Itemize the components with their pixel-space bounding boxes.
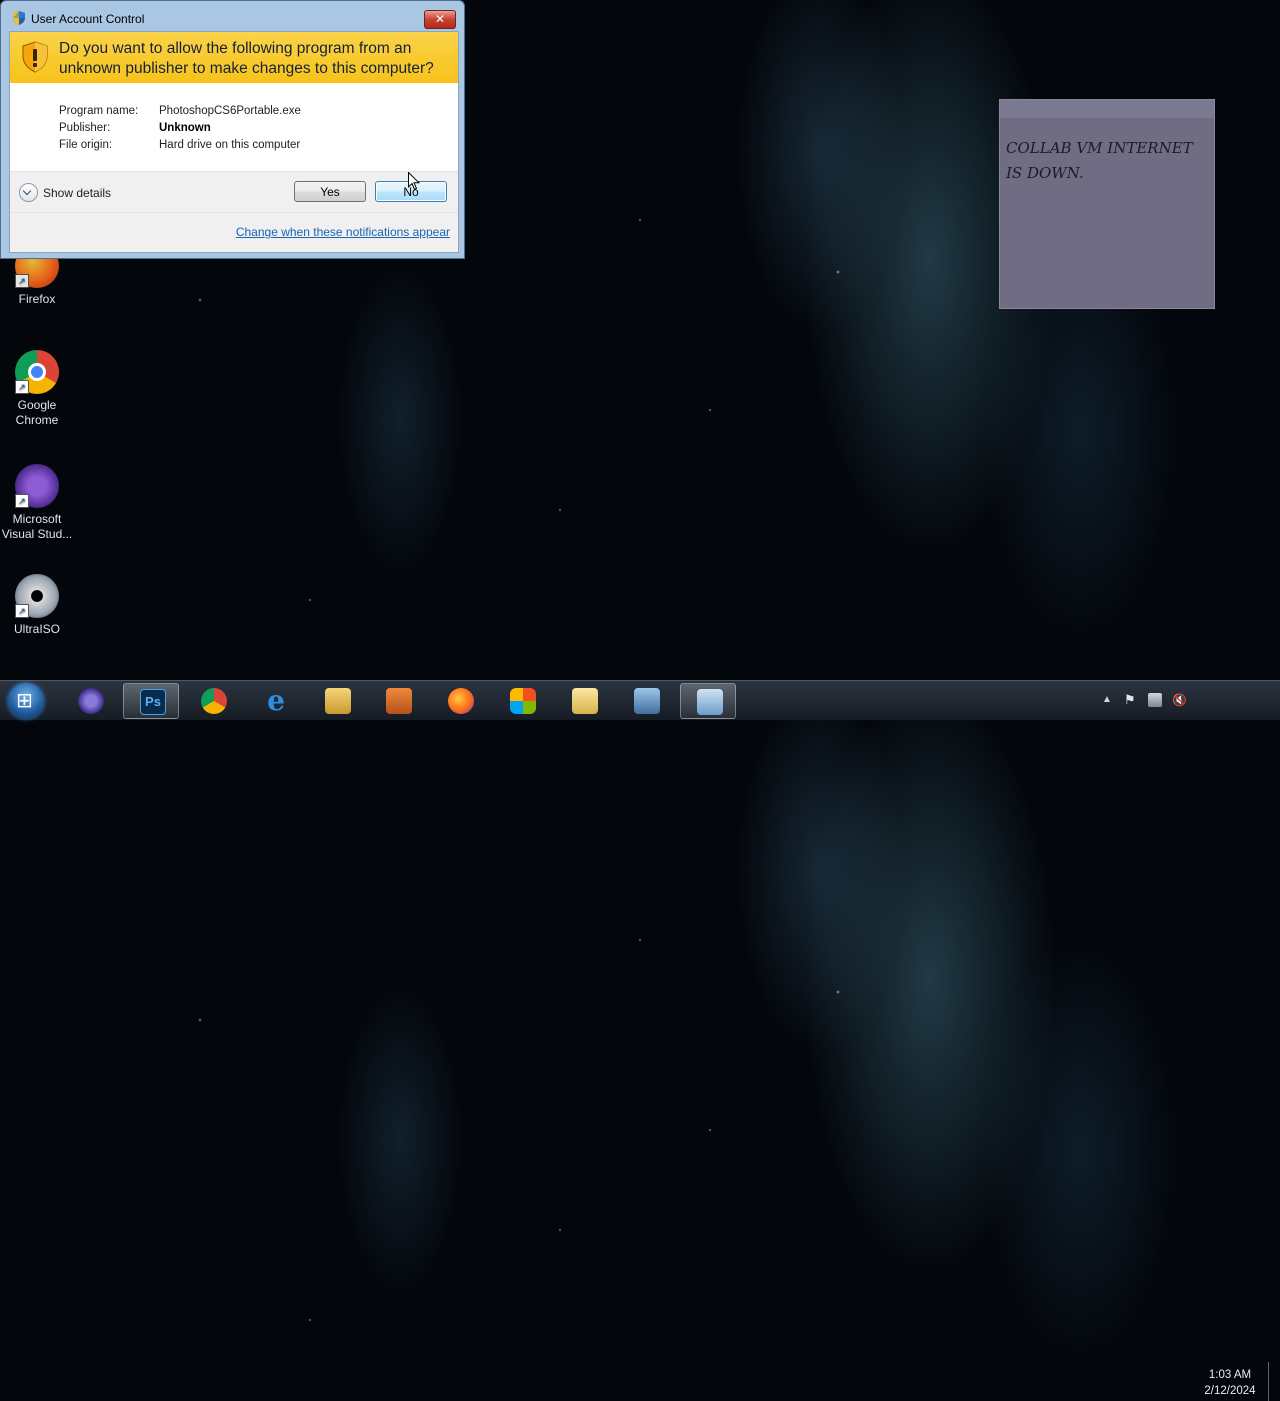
publisher-label: Publisher: bbox=[59, 122, 111, 134]
clock-time: 1:03 AM bbox=[1208, 1369, 1252, 1381]
ultraiso-icon: ↗ bbox=[15, 574, 59, 618]
action-center-flag-icon[interactable]: ⚑ bbox=[1124, 693, 1138, 707]
uac-window-title: User Account Control bbox=[31, 12, 145, 26]
visual-studio-icon: ↗ bbox=[15, 464, 59, 508]
uac-shield-icon bbox=[13, 11, 25, 25]
file-explorer-icon bbox=[325, 688, 351, 714]
shortcut-arrow-icon: ↗ bbox=[15, 380, 29, 394]
photoshop-icon: Ps bbox=[140, 689, 166, 715]
shortcut-arrow-icon: ↗ bbox=[15, 604, 29, 618]
show-details-toggle[interactable]: Show details bbox=[19, 183, 111, 202]
mouse-cursor-icon bbox=[408, 172, 420, 191]
sticky-note-text[interactable]: COLLAB VM INTERNET IS DOWN. bbox=[1000, 118, 1214, 186]
volume-muted-icon[interactable]: 🔇 bbox=[1172, 693, 1187, 707]
desktop-icon-ultraiso[interactable]: ↗ UltraISO bbox=[1, 574, 73, 637]
publisher-value: Unknown bbox=[159, 122, 211, 134]
desktop-icon-label: Firefox bbox=[18, 292, 56, 306]
uac-warning-banner: Do you want to allow the following progr… bbox=[10, 32, 458, 83]
program-name-value: PhotoshopCS6Portable.exe bbox=[159, 105, 301, 117]
folder-icon bbox=[572, 688, 598, 714]
taskbar-media-player[interactable] bbox=[62, 683, 118, 719]
media-player-icon bbox=[78, 688, 104, 714]
start-button[interactable] bbox=[8, 683, 44, 719]
windows-flag-icon bbox=[510, 688, 536, 714]
close-button[interactable]: ✕ bbox=[424, 10, 456, 29]
taskbar-chrome[interactable] bbox=[185, 683, 241, 719]
program-name-label: Program name: bbox=[59, 105, 139, 117]
taskbar-windows-update[interactable] bbox=[494, 683, 550, 719]
sticky-note-header[interactable] bbox=[1000, 100, 1214, 118]
desktop-icon-label: UltraISO bbox=[13, 622, 60, 636]
taskbar: Ps e 1:03 AM 2/12/2024 bbox=[0, 680, 1280, 1401]
chrome-icon: ↗ bbox=[15, 350, 59, 394]
desktop-icon-visual-studio[interactable]: ↗ Microsoft Visual Stud... bbox=[1, 464, 73, 542]
chrome-icon bbox=[201, 688, 227, 714]
internet-explorer-icon: e bbox=[267, 684, 285, 717]
sticky-note[interactable]: COLLAB VM INTERNET IS DOWN. bbox=[1000, 100, 1214, 308]
clock-date: 2/12/2024 bbox=[1204, 1385, 1256, 1397]
publisher-row: Publisher: Unknown bbox=[59, 122, 211, 134]
uac-dialog: User Account Control ✕ Do you want to al… bbox=[0, 0, 465, 259]
chevron-down-icon[interactable] bbox=[19, 183, 38, 202]
uac-program-info: Program name: PhotoshopCS6Portable.exe Pu… bbox=[10, 83, 458, 172]
media-icon bbox=[386, 688, 412, 714]
file-origin-label: File origin: bbox=[59, 139, 113, 151]
taskbar-migration[interactable] bbox=[618, 683, 674, 719]
network-icon[interactable] bbox=[1148, 693, 1162, 707]
taskbar-firefox[interactable] bbox=[432, 683, 488, 719]
show-hidden-icons-chevron-up-icon[interactable]: ▲ bbox=[1100, 693, 1114, 707]
warning-shield-icon bbox=[22, 41, 48, 73]
uac-content: Do you want to allow the following progr… bbox=[9, 31, 459, 253]
desktop-icon-google-chrome[interactable]: ↗ Google Chrome bbox=[1, 350, 73, 428]
change-notifications-link[interactable]: Change when these notifications appear bbox=[236, 225, 450, 239]
file-origin-value: Hard drive on this computer bbox=[159, 139, 301, 151]
system-clock[interactable]: 1:03 AM 2/12/2024 bbox=[1198, 1367, 1262, 1399]
migration-icon bbox=[634, 688, 660, 714]
desktop-icon-label: Microsoft Visual Stud... bbox=[1, 512, 73, 541]
show-details-label[interactable]: Show details bbox=[43, 186, 111, 200]
uac-titlebar[interactable]: User Account Control ✕ bbox=[1, 1, 464, 31]
divider bbox=[10, 212, 458, 213]
taskbar-internet-explorer[interactable]: e bbox=[247, 683, 303, 719]
program-name-row: Program name: PhotoshopCS6Portable.exe bbox=[59, 105, 301, 117]
taskbar-file-explorer[interactable] bbox=[309, 683, 365, 719]
taskbar-photoshop[interactable]: Ps bbox=[123, 683, 179, 719]
firefox-icon bbox=[448, 688, 474, 714]
yes-button[interactable]: Yes bbox=[294, 181, 366, 202]
file-origin-row: File origin: Hard drive on this computer bbox=[59, 139, 300, 151]
taskbar-control-panel[interactable] bbox=[680, 683, 736, 719]
desktop-icon-label: Google Chrome bbox=[15, 398, 59, 427]
shortcut-arrow-icon: ↗ bbox=[15, 494, 29, 508]
control-panel-icon bbox=[697, 689, 723, 715]
taskbar-media[interactable] bbox=[370, 683, 426, 719]
shortcut-arrow-icon: ↗ bbox=[15, 274, 29, 288]
show-desktop-button[interactable] bbox=[1268, 1362, 1280, 1401]
uac-question: Do you want to allow the following progr… bbox=[59, 40, 434, 77]
taskbar-folder[interactable] bbox=[556, 683, 612, 719]
